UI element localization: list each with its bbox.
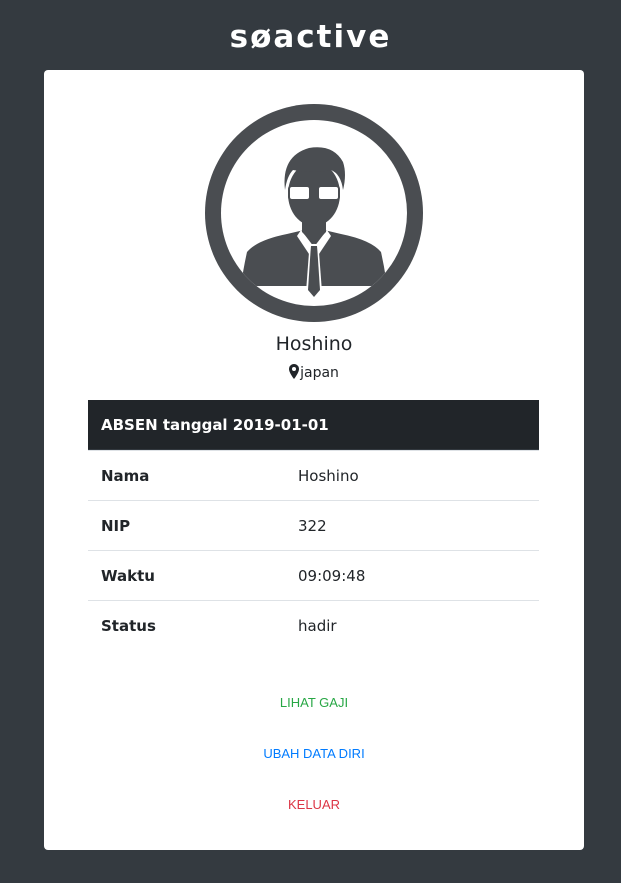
profile-location: japan [44,364,584,381]
row-value: 09:09:48 [298,566,366,585]
row-label: NIP [101,516,131,535]
edit-profile-link[interactable]: UBAH DATA DIRI [44,746,584,761]
table-row: Waktu 09:09:48 [88,550,539,600]
row-label: Status [101,616,156,635]
brand-logo: søactive [229,19,392,55]
location-label: japan [300,365,339,381]
attendance-header: ABSEN tanggal 2019-01-01 [88,400,539,450]
attendance-table: ABSEN tanggal 2019-01-01 Nama Hoshino NI… [88,400,539,650]
map-pin-icon [289,364,300,379]
profile-card: Hoshino japan ABSEN tanggal 2019-01-01 N… [44,70,584,850]
table-row: Nama Hoshino [88,450,539,500]
user-avatar-icon [205,104,423,322]
row-label: Waktu [101,566,155,585]
profile-name: Hoshino [275,333,353,355]
view-salary-link[interactable]: LIHAT GAJI [44,695,584,710]
table-row: Status hadir [88,600,539,650]
row-value: Hoshino [298,466,359,485]
row-value: hadir [298,616,337,635]
row-value: 322 [298,516,327,535]
logout-link[interactable]: KELUAR [44,797,584,812]
row-label: Nama [101,466,150,485]
table-row: NIP 322 [88,500,539,550]
